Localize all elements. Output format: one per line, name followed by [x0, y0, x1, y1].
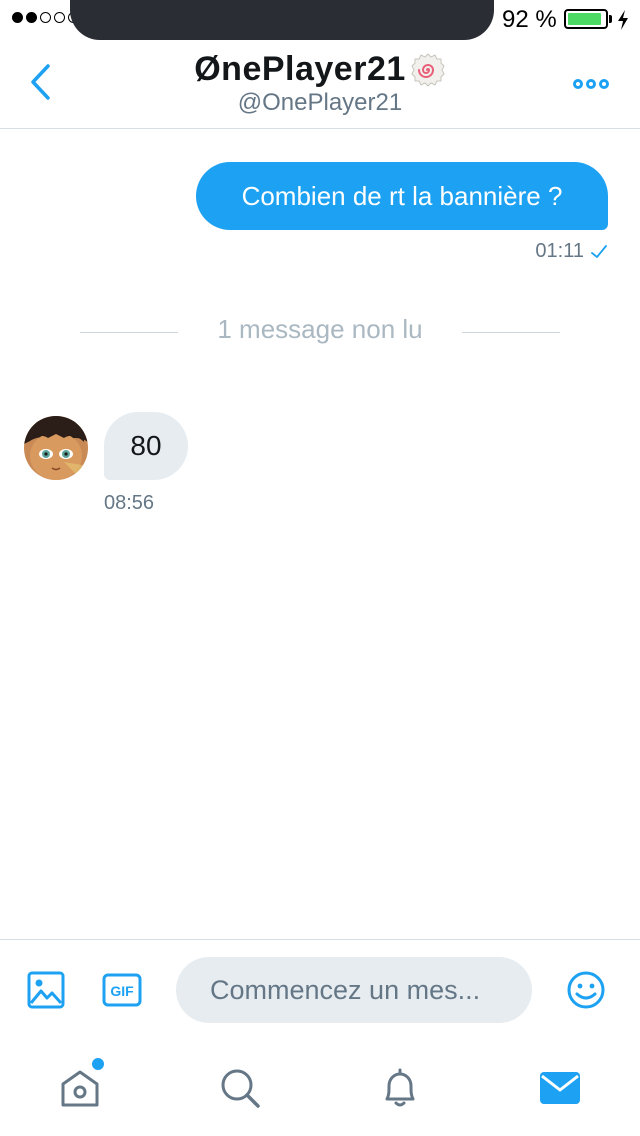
incoming-message-bubble[interactable]: 80: [104, 412, 188, 480]
battery-percentage: 92 %: [502, 6, 557, 33]
conversation-header: ØnePlayer21 @OnePlayer21: [0, 40, 640, 129]
camera-notch: [70, 0, 494, 40]
incoming-message-time: 08:56: [104, 492, 155, 514]
signal-dot: [40, 12, 51, 23]
signal-dot: [54, 12, 65, 23]
unread-divider-label: 1 message non lu: [217, 314, 423, 344]
divider-line: [462, 332, 560, 333]
smiley-icon: [567, 971, 605, 1009]
outgoing-message-text: Combien de rt la bannière ?: [241, 180, 563, 211]
message-input[interactable]: [176, 957, 532, 1023]
signal-dot: [12, 12, 23, 23]
display-name: ØnePlayer21: [194, 50, 406, 88]
status-bar: 92 %: [0, 0, 640, 40]
battery-tip: [609, 15, 612, 23]
incoming-message-text: 80: [130, 430, 162, 461]
outgoing-message-time: 01:11: [535, 240, 584, 262]
tab-notifications[interactable]: [376, 1064, 424, 1112]
emoji-button[interactable]: [566, 970, 606, 1010]
add-photo-button[interactable]: [26, 970, 66, 1010]
battery-level-fill: [568, 13, 602, 25]
more-options-button[interactable]: [566, 72, 616, 96]
tab-messages[interactable]: [536, 1064, 584, 1112]
add-gif-button[interactable]: GIF: [102, 970, 142, 1010]
signal-dot: [26, 12, 37, 23]
gif-icon: GIF: [102, 973, 142, 1007]
outgoing-message-meta: 01:11: [535, 240, 608, 263]
conversation-title[interactable]: ØnePlayer21 @OnePlayer21: [0, 50, 640, 117]
fishcake-emoji-icon: [411, 52, 445, 87]
battery-icon: [564, 9, 608, 29]
message-composer: GIF: [0, 939, 640, 1040]
bottom-tab-bar: [0, 1040, 640, 1136]
avatar[interactable]: [24, 416, 88, 480]
more-dots-icon: [599, 79, 609, 89]
read-check-icon: [591, 244, 607, 258]
home-notification-dot: [90, 1056, 106, 1072]
outgoing-message-bubble[interactable]: Combien de rt la bannière ?: [196, 162, 608, 230]
charging-bolt-icon: [618, 10, 628, 30]
tab-search[interactable]: [216, 1064, 264, 1112]
more-dots-icon: [573, 79, 583, 89]
signal-strength-indicator: [12, 12, 79, 23]
search-icon: [221, 1069, 260, 1108]
unread-divider: 1 message non lu: [80, 310, 560, 350]
user-handle: @OnePlayer21: [237, 89, 403, 116]
dm-conversation-screen: 92 % ØnePlayer21 @OnePlayer21 Combien de…: [0, 0, 640, 1136]
notifications-bell-icon: [385, 1068, 415, 1107]
image-icon: [27, 971, 65, 1009]
more-dots-icon: [586, 79, 596, 89]
gif-label: GIF: [110, 983, 134, 999]
messages-envelope-icon: [540, 1072, 580, 1104]
avatar-image: [24, 416, 88, 480]
home-icon: [61, 1070, 99, 1107]
